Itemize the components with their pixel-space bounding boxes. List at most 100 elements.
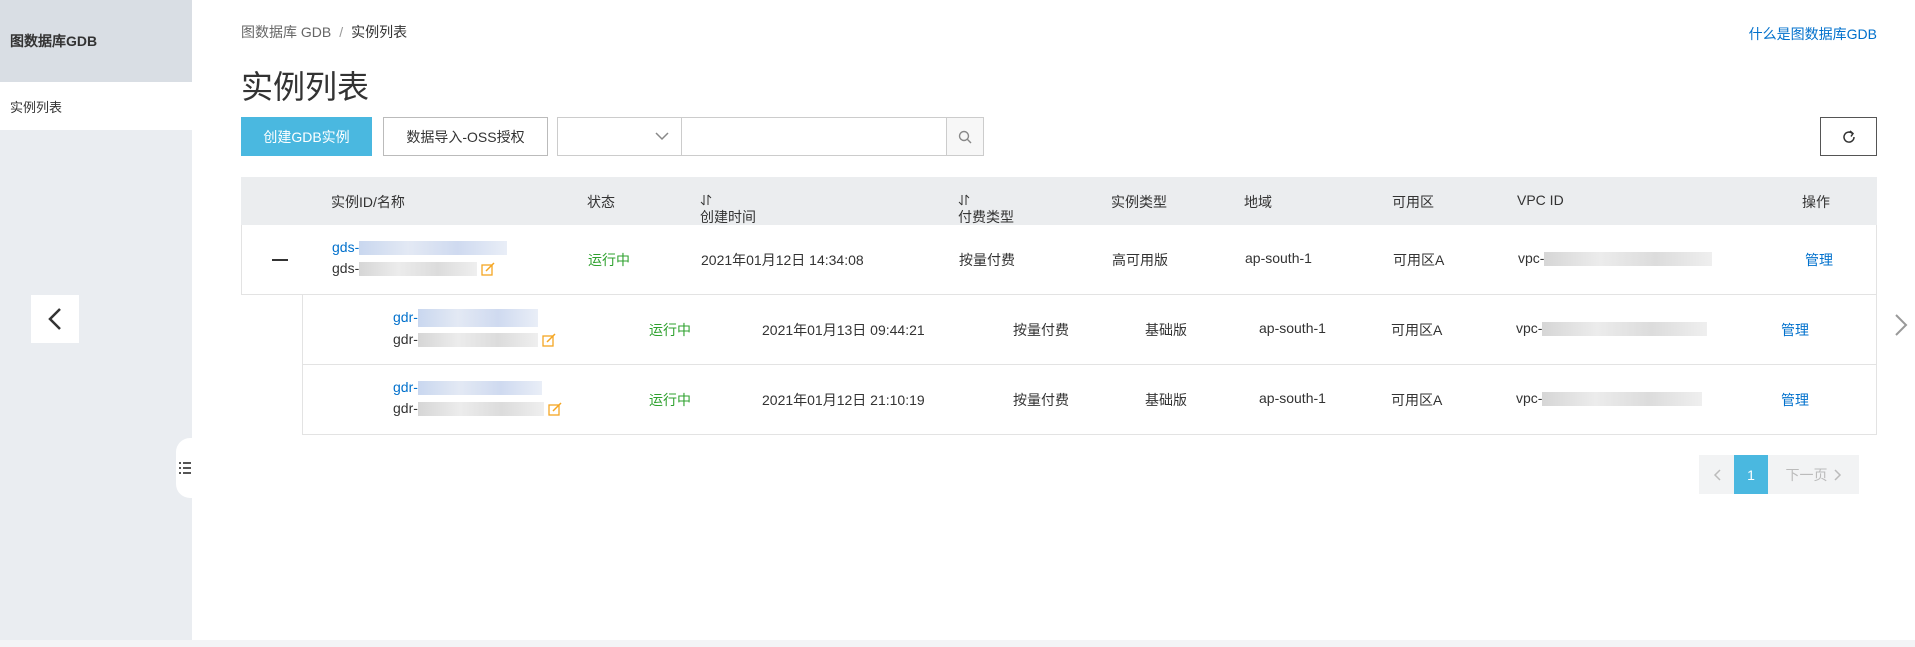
pay-type: 按量付费 (1013, 392, 1069, 408)
collapse-sidebar-button[interactable] (31, 295, 79, 343)
pay-type: 按量付费 (959, 252, 1015, 268)
vpc-id-text: vpc- (1516, 320, 1543, 336)
col-header-region: 地域 (1244, 194, 1272, 210)
breadcrumb-separator: / (339, 24, 344, 40)
vpc-id: vpc- (1516, 320, 1708, 337)
sidebar-item-instance-list[interactable]: 实例列表 (0, 82, 192, 130)
vpc-id: vpc- (1518, 250, 1713, 267)
breadcrumb-current: 实例列表 (351, 24, 408, 40)
sidebar-title: 图数据库GDB (0, 0, 192, 82)
search-button[interactable] (946, 117, 984, 156)
instance-id-text: gdr- (393, 309, 418, 325)
manage-link[interactable]: 管理 (1781, 390, 1809, 410)
region: ap-south-1 (1245, 250, 1312, 266)
created-time: 2021年01月12日 21:10:19 (762, 392, 925, 408)
col-header-pay[interactable]: 付费类型 (958, 192, 1014, 225)
instance-id-link[interactable]: gdr- (393, 379, 542, 396)
col-header-status: 状态 (587, 194, 615, 210)
region: ap-south-1 (1259, 320, 1326, 336)
manage-link[interactable]: 管理 (1781, 320, 1809, 340)
next-page-button[interactable]: 下一页 (1768, 455, 1859, 494)
vpc-id: vpc- (1516, 390, 1703, 407)
create-instance-button[interactable]: 创建GDB实例 (241, 117, 372, 156)
edit-icon[interactable] (481, 262, 495, 276)
chevron-right-icon (1833, 468, 1841, 481)
zone: 可用区A (1391, 392, 1443, 408)
redacted-vpc (1542, 392, 1703, 407)
bottom-divider (0, 640, 1915, 647)
col-header-zone: 可用区 (1392, 194, 1434, 210)
redacted-vpc (1542, 322, 1708, 337)
chevron-down-icon (655, 132, 669, 141)
col-header-action: 操作 (1802, 194, 1830, 210)
next-page-label: 下一页 (1785, 466, 1828, 483)
table-row-child: gdr- gdr- 运行中 2021年01月13日 09:44:21 按量付费 … (302, 295, 1908, 365)
page-title: 实例列表 (241, 69, 370, 105)
instance-id-text: gds- (332, 239, 360, 255)
col-header-created[interactable]: 创建时间 (700, 192, 756, 225)
search-field-select[interactable] (557, 117, 681, 156)
search-icon (958, 130, 972, 143)
oss-import-auth-button[interactable]: 数据导入-OSS授权 (383, 117, 548, 156)
pay-type: 按量付费 (1013, 322, 1069, 338)
instance-type: 基础版 (1145, 322, 1187, 338)
sort-icon (958, 194, 970, 206)
chevron-left-icon (1713, 468, 1721, 481)
instance-table: 实例ID/名称 状态 创建时间 付费类型 实例类型 地域 可用区 VPC ID … (241, 177, 1908, 435)
redacted-name (417, 333, 538, 348)
manage-link[interactable]: 管理 (1805, 250, 1833, 270)
list-icon (179, 462, 191, 474)
instance-id-link[interactable]: gdr- (393, 309, 538, 328)
vpc-id-text: vpc- (1516, 390, 1543, 406)
breadcrumb: 图数据库 GDB / 实例列表 (241, 22, 407, 42)
col-header-created-label: 创建时间 (700, 209, 756, 225)
instance-name: gds- (332, 260, 495, 277)
redacted-name (359, 262, 478, 277)
redacted-id (417, 381, 542, 396)
created-time: 2021年01月12日 14:34:08 (701, 252, 864, 268)
col-header-pay-label: 付费类型 (958, 209, 1014, 225)
edit-icon[interactable] (548, 402, 562, 416)
chevron-right-icon[interactable] (1894, 313, 1908, 337)
col-header-id: 实例ID/名称 (331, 194, 405, 210)
instance-id-text: gdr- (393, 379, 418, 395)
table-row-child: gdr- gdr- 运行中 2021年01月12日 21:10:19 按量付费 … (302, 365, 1877, 435)
instance-name: gdr- (393, 400, 562, 417)
prev-page-button[interactable] (1699, 455, 1734, 494)
table-header: 实例ID/名称 状态 创建时间 付费类型 实例类型 地域 可用区 VPC ID … (241, 177, 1877, 225)
refresh-button[interactable] (1820, 117, 1877, 156)
search-input[interactable] (681, 117, 947, 156)
redacted-id (359, 241, 508, 256)
help-link[interactable]: 什么是图数据库GDB (1749, 24, 1877, 44)
breadcrumb-root[interactable]: 图数据库 GDB (241, 24, 331, 40)
col-header-vpc: VPC ID (1517, 192, 1564, 208)
instance-type: 高可用版 (1112, 252, 1168, 268)
instance-name-text: gds- (332, 260, 360, 276)
edit-icon[interactable] (542, 333, 556, 347)
region: ap-south-1 (1259, 390, 1326, 406)
zone: 可用区A (1391, 322, 1443, 338)
zone: 可用区A (1393, 252, 1445, 268)
instance-type: 基础版 (1145, 392, 1187, 408)
toolbar: 创建GDB实例 数据导入-OSS授权 (241, 117, 1877, 156)
vpc-id-text: vpc- (1518, 250, 1545, 266)
status-badge: 运行中 (649, 392, 691, 408)
instance-id-link[interactable]: gds- (332, 239, 508, 256)
refresh-icon (1842, 129, 1855, 143)
collapse-row-icon[interactable] (272, 259, 288, 261)
col-header-type: 实例类型 (1111, 194, 1167, 210)
sidebar-toggle-handle[interactable] (176, 438, 194, 498)
status-badge: 运行中 (649, 322, 691, 338)
instance-name-text: gdr- (393, 400, 418, 416)
created-time: 2021年01月13日 09:44:21 (762, 322, 925, 338)
pagination: 1 下一页 (1699, 455, 1859, 494)
instance-name: gdr- (393, 331, 556, 348)
chevron-left-icon (48, 308, 61, 330)
redacted-id (417, 309, 538, 328)
sidebar: 图数据库GDB 实例列表 (0, 0, 194, 640)
status-badge: 运行中 (588, 252, 630, 268)
redacted-name (417, 402, 544, 417)
table-row-parent: gds- gds- 运行中 2021年01月12日 14:34:08 按量付费 … (241, 225, 1877, 295)
redacted-vpc (1544, 252, 1713, 267)
page-number-current[interactable]: 1 (1734, 455, 1768, 494)
